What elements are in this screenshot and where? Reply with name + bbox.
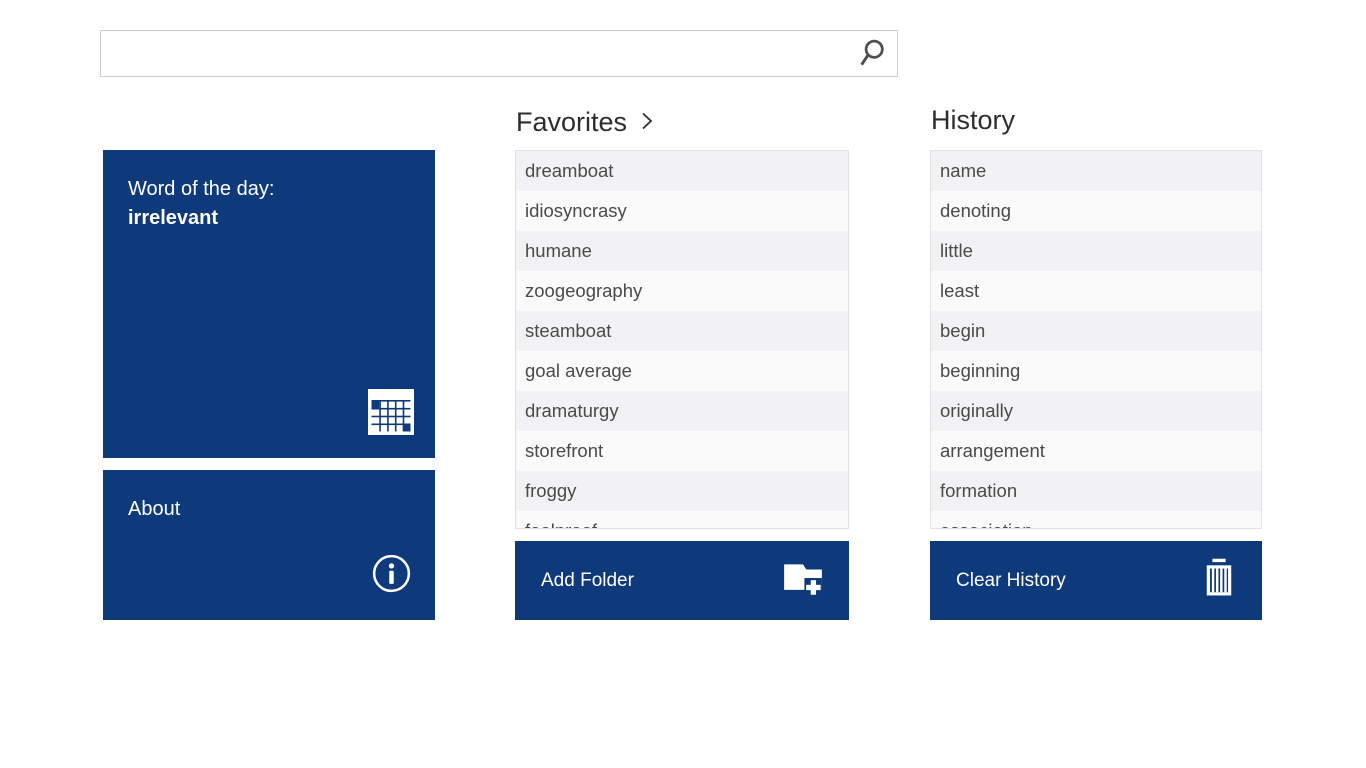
list-item[interactable]: beginning — [931, 351, 1261, 391]
about-tile[interactable]: About — [103, 470, 435, 620]
list-item[interactable]: dreamboat — [516, 151, 848, 191]
word-of-the-day-word: irrelevant — [128, 207, 219, 229]
list-item[interactable]: formation — [931, 471, 1261, 511]
favorites-title: Favorites — [516, 106, 628, 137]
word-of-the-day-label: Word of the day: — [128, 178, 275, 200]
list-item[interactable]: storefront — [516, 431, 848, 471]
word-of-the-day-text: Word of the day: irrelevant — [128, 175, 274, 233]
list-item[interactable]: originally — [931, 391, 1261, 431]
list-item[interactable]: goal average — [516, 351, 848, 391]
trash-icon — [1203, 558, 1235, 603]
list-item[interactable]: name — [931, 151, 1261, 191]
clear-history-label: Clear History — [956, 569, 1066, 591]
list-item[interactable]: least — [931, 271, 1261, 311]
list-item[interactable]: froggy — [516, 471, 848, 511]
list-item[interactable]: denoting — [931, 191, 1261, 231]
folder-plus-icon — [784, 561, 822, 600]
calendar-icon — [368, 389, 414, 440]
add-folder-button[interactable]: Add Folder — [515, 541, 849, 620]
list-item[interactable]: foolproof — [516, 511, 848, 528]
favorites-list: dreamboat idiosyncrasy humane zoogeography s… — [515, 150, 849, 529]
list-item[interactable]: little — [931, 231, 1261, 271]
search-icon[interactable] — [855, 38, 887, 70]
list-item[interactable]: dramaturgy — [516, 391, 848, 431]
list-item[interactable]: association — [931, 511, 1261, 528]
list-item[interactable]: humane — [516, 231, 848, 271]
dictionary-app-home: Word of the day: irrelevant About Favori… — [0, 0, 1366, 768]
clear-history-button[interactable]: Clear History — [930, 541, 1262, 620]
search-input[interactable] — [101, 31, 897, 76]
history-list: name denoting little least begin beginning ori… — [930, 150, 1262, 529]
info-icon — [371, 553, 412, 599]
list-item[interactable]: steamboat — [516, 311, 848, 351]
about-label: About — [128, 498, 181, 520]
history-title: History — [931, 105, 1016, 135]
history-header: History — [931, 105, 1015, 136]
favorites-header[interactable]: Favorites — [516, 105, 654, 139]
search-box — [100, 30, 898, 77]
list-item[interactable]: arrangement — [931, 431, 1261, 471]
list-item[interactable]: idiosyncrasy — [516, 191, 848, 231]
word-of-the-day-tile[interactable]: Word of the day: irrelevant — [103, 150, 435, 458]
list-item[interactable]: begin — [931, 311, 1261, 351]
add-folder-label: Add Folder — [541, 569, 634, 591]
list-item[interactable]: zoogeography — [516, 271, 848, 311]
chevron-right-icon — [640, 108, 654, 139]
